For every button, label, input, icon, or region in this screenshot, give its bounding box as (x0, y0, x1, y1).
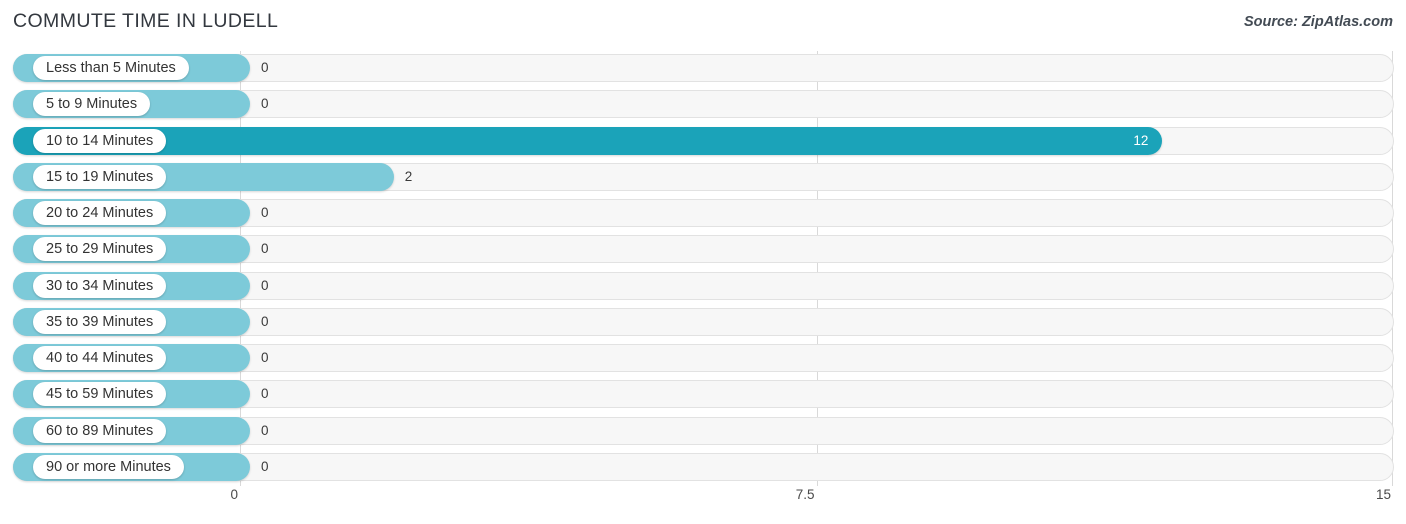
bar-value-label: 2 (404, 168, 413, 184)
bar-value-label: 0 (261, 205, 269, 220)
category-label: 45 to 59 Minutes (33, 382, 167, 407)
bar-value-label: 0 (261, 350, 269, 365)
chart-row[interactable]: 0 60 to 89 Minutes (13, 416, 1394, 445)
bar-value-label: 0 (261, 60, 269, 75)
chart-row[interactable]: 0 35 to 39 Minutes (13, 307, 1394, 336)
category-label: 60 to 89 Minutes (33, 418, 167, 443)
x-axis: 0 7.5 15 (13, 487, 1394, 511)
chart-row[interactable]: 0 90 or more Minutes (13, 452, 1394, 481)
category-label: 35 to 39 Minutes (33, 309, 167, 334)
category-label: 40 to 44 Minutes (33, 346, 167, 370)
category-label: Less than 5 Minutes (33, 56, 189, 80)
chart-row[interactable]: 0 Less than 5 Minutes (13, 54, 1394, 82)
chart-row[interactable]: 0 30 to 34 Minutes (13, 271, 1394, 300)
bar-value-label: 0 (261, 458, 269, 474)
chart-row[interactable]: 0 20 to 24 Minutes (13, 199, 1394, 227)
bar-value-label: 0 (261, 241, 269, 257)
category-label: 25 to 29 Minutes (33, 237, 167, 262)
category-label: 10 to 14 Minutes (33, 128, 167, 153)
bar-value-label: 0 (261, 313, 269, 329)
chart-row[interactable]: 0 5 to 9 Minutes (13, 90, 1394, 119)
bar-value-label: 0 (261, 277, 269, 293)
category-label: 5 to 9 Minutes (33, 92, 151, 117)
chart-row[interactable]: 0 45 to 59 Minutes (13, 380, 1394, 409)
page-title: COMMUTE TIME IN LUDELL (13, 10, 279, 32)
category-label: 15 to 19 Minutes (33, 164, 167, 189)
category-label: 20 to 24 Minutes (33, 201, 167, 225)
bar-value-label: 0 (261, 386, 269, 402)
x-tick-label: 15 (1375, 487, 1391, 502)
source-attribution: Source: ZipAtlas.com (1243, 14, 1393, 30)
x-tick-label: 0 (230, 487, 238, 502)
chart-row[interactable]: 2 15 to 19 Minutes (13, 162, 1394, 191)
category-label: 90 or more Minutes (33, 454, 184, 479)
chart-row[interactable]: 0 25 to 29 Minutes (13, 235, 1394, 264)
bar[interactable]: 12 (13, 126, 1163, 155)
x-tick-label: 7.5 (795, 487, 815, 502)
bar-value-label: 0 (261, 422, 269, 438)
bar-value-label: 0 (261, 96, 269, 112)
plot-area: 0 Less than 5 Minutes 0 5 to 9 Minutes 12 10 … (13, 51, 1394, 486)
chart-container: COMMUTE TIME IN LUDELL Source: ZipAtlas.… (0, 0, 1406, 524)
category-label: 30 to 34 Minutes (33, 273, 167, 298)
chart-row[interactable]: 12 10 to 14 Minutes (13, 126, 1394, 155)
bar-value-label: 12 (1133, 132, 1149, 148)
chart-row[interactable]: 0 40 to 44 Minutes (13, 344, 1394, 372)
